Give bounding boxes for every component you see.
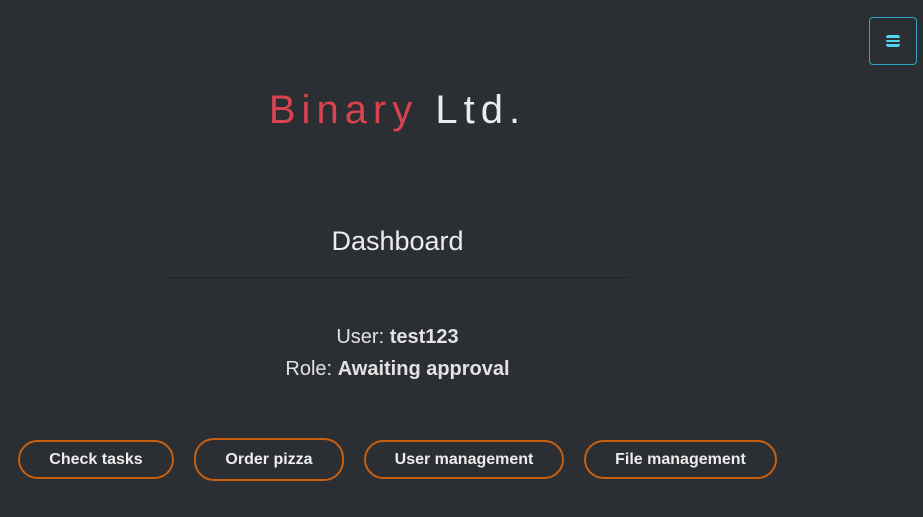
- menu-toggle-button[interactable]: [869, 17, 917, 65]
- user-value: test123: [389, 326, 459, 348]
- brand-name-primary: Binary: [268, 88, 419, 132]
- role-label: Role:: [285, 358, 333, 380]
- user-label: User:: [336, 326, 385, 348]
- hamburger-icon: [886, 35, 900, 47]
- dashboard-page: Binary Ltd. Dashboard User: test123 Role…: [0, 0, 923, 517]
- brand-name-secondary: Ltd.: [435, 88, 527, 132]
- role-value: Awaiting approval: [337, 358, 510, 380]
- user-management-button[interactable]: User management: [364, 440, 564, 479]
- user-info: User: test123: [0, 326, 795, 349]
- title-divider: [165, 277, 629, 278]
- page-title: Dashboard: [331, 226, 464, 256]
- brand-logo: Binary Ltd.: [0, 88, 795, 133]
- order-pizza-button[interactable]: Order pizza: [194, 438, 344, 481]
- role-info: Role: Awaiting approval: [0, 358, 795, 381]
- check-tasks-button[interactable]: Check tasks: [18, 440, 174, 479]
- file-management-button[interactable]: File management: [584, 440, 777, 479]
